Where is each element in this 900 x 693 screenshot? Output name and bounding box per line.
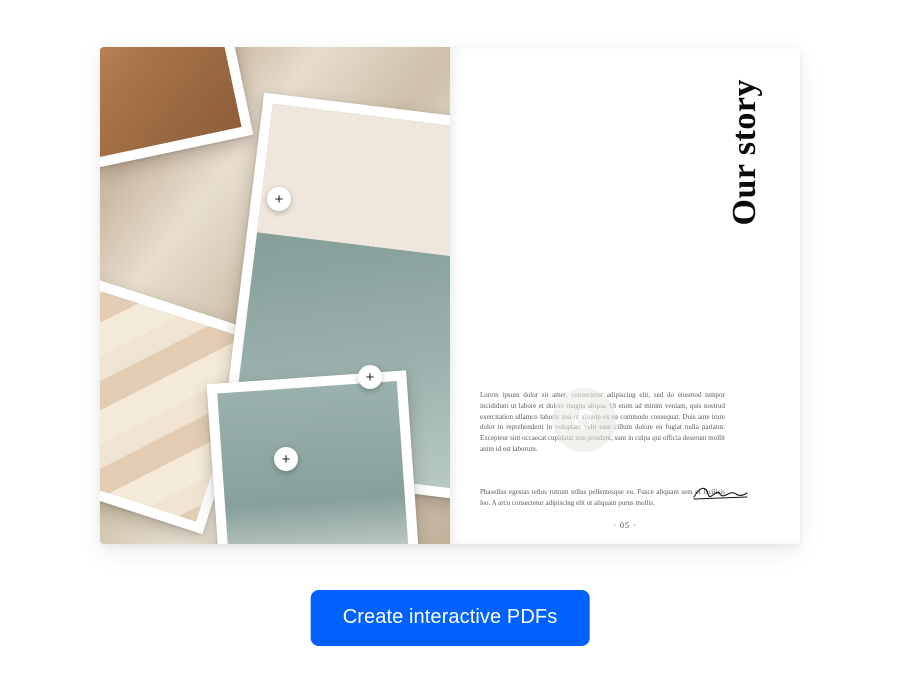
magazine-spread: + + + Our story Lorem ipsum dolor sit am… (100, 47, 800, 544)
hand-cursor-icon (552, 388, 616, 452)
page-number: · 05 · (450, 521, 800, 530)
hotspot-button[interactable]: + (358, 365, 382, 389)
page-left: + + + (100, 47, 450, 544)
page-title: Our story (726, 79, 764, 225)
polaroid-photo (100, 47, 253, 176)
signature-mark (690, 482, 750, 504)
create-interactive-pdfs-button[interactable]: Create interactive PDFs (311, 590, 590, 646)
polaroid-photo (207, 370, 424, 544)
hotspot-button[interactable]: + (267, 187, 291, 211)
hotspot-button[interactable]: + (274, 447, 298, 471)
story-paragraph-2: Phasellus egestas tellus rutrum tellus p… (480, 488, 725, 507)
page-right: Our story Lorem ipsum dolor sit amet, co… (450, 47, 800, 544)
